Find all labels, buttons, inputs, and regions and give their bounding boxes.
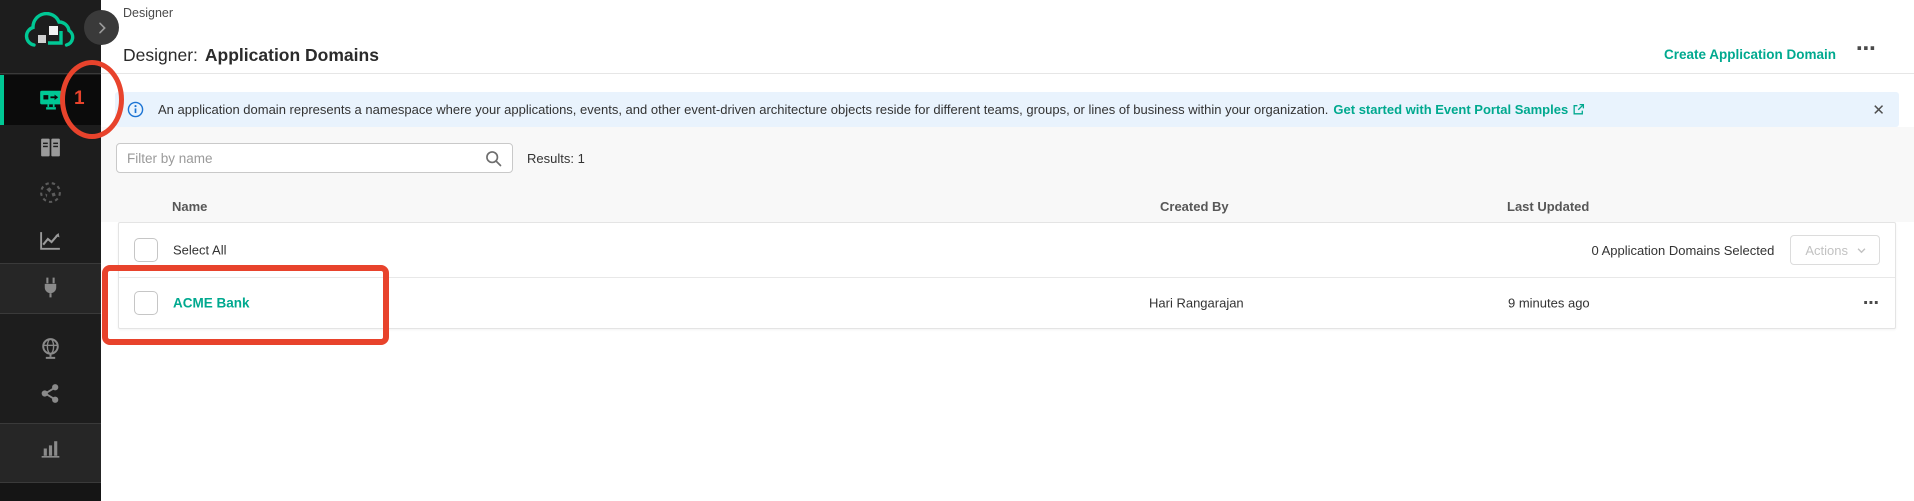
selection-status: 0 Application Domains Selected (1591, 242, 1775, 258)
bar-chart-icon (41, 440, 60, 458)
select-all-row: Select All 0 Application Domains Selecte… (119, 223, 1895, 277)
sidebar-item-runtime[interactable] (0, 326, 101, 370)
column-header-last-updated: Last Updated (1507, 199, 1590, 214)
table-row: ACME Bank Hari Rangarajan 9 minutes ago … (119, 277, 1895, 328)
external-link-icon (1573, 103, 1585, 115)
banner-samples-link[interactable]: Get started with Event Portal Samples (1333, 102, 1568, 117)
row-last-updated: 9 minutes ago (1508, 295, 1590, 311)
divider (0, 482, 101, 483)
page-title-prefix: Designer: (123, 45, 198, 65)
create-application-domain-button[interactable]: Create Application Domain (1664, 47, 1836, 62)
sidebar-item-catalog[interactable] (0, 125, 101, 169)
plug-icon (44, 277, 57, 297)
sidebar-item-share[interactable] (0, 371, 101, 415)
solace-cloud-logo-icon (24, 12, 74, 47)
row-created-by: Hari Rangarajan (1149, 295, 1244, 311)
sidebar-expand-button[interactable] (84, 10, 119, 45)
header-more-menu-icon[interactable]: ⋯ (1856, 36, 1877, 61)
event-portal-page: 1 Designer Designer: Application Domains… (0, 0, 1914, 501)
sidebar-group (0, 482, 101, 501)
select-all-label: Select All (173, 242, 227, 258)
runtime-globe-icon (42, 337, 59, 359)
sidebar-item-insights[interactable] (0, 218, 101, 262)
filter-box (116, 143, 513, 173)
catalog-icon (41, 138, 60, 156)
application-domain-name-link[interactable]: ACME Bank (173, 296, 250, 311)
search-icon (486, 151, 502, 167)
info-icon (127, 101, 144, 118)
active-indicator (0, 75, 4, 125)
sidebar-item-designer[interactable] (0, 75, 101, 125)
page-title: Designer: Application Domains (123, 45, 379, 66)
insights-icon (40, 231, 60, 250)
application-domains-table: Select All 0 Application Domains Selecte… (118, 222, 1896, 329)
results-count: Results: 1 (527, 151, 585, 166)
page-title-main: Application Domains (204, 45, 379, 65)
filter-by-name-input[interactable] (117, 144, 512, 172)
designer-notification-badge: 1 (74, 88, 85, 109)
column-header-name: Name (172, 199, 208, 214)
designer-icon (39, 90, 62, 110)
actions-button-label: Actions (1805, 242, 1848, 258)
divider (101, 73, 1914, 74)
divider (0, 423, 101, 424)
chevron-down-icon (1857, 247, 1866, 253)
row-more-menu-icon[interactable]: ⋯ (1863, 293, 1880, 313)
select-all-checkbox[interactable] (134, 238, 158, 262)
banner-message: An application domain represents a names… (158, 102, 1329, 117)
column-header-created-by: Created By (1160, 199, 1229, 214)
sidebar-item-analytics[interactable] (0, 426, 101, 470)
sidebar-item-connectors[interactable] (0, 265, 101, 309)
info-banner: An application domain represents a names… (115, 92, 1899, 127)
sidebar-item-event-mesh[interactable] (0, 170, 101, 214)
row-checkbox[interactable] (134, 291, 158, 315)
divider (0, 263, 101, 264)
event-mesh-icon (40, 181, 61, 203)
sidebar: 1 (0, 0, 101, 501)
actions-button[interactable]: Actions (1790, 235, 1880, 265)
breadcrumb[interactable]: Designer (123, 6, 173, 20)
banner-close-icon[interactable]: ✕ (1872, 101, 1885, 119)
divider (0, 73, 101, 74)
divider (0, 313, 101, 314)
chevron-right-icon (98, 22, 106, 33)
toolbar-band (101, 127, 1914, 222)
share-icon (41, 383, 59, 403)
